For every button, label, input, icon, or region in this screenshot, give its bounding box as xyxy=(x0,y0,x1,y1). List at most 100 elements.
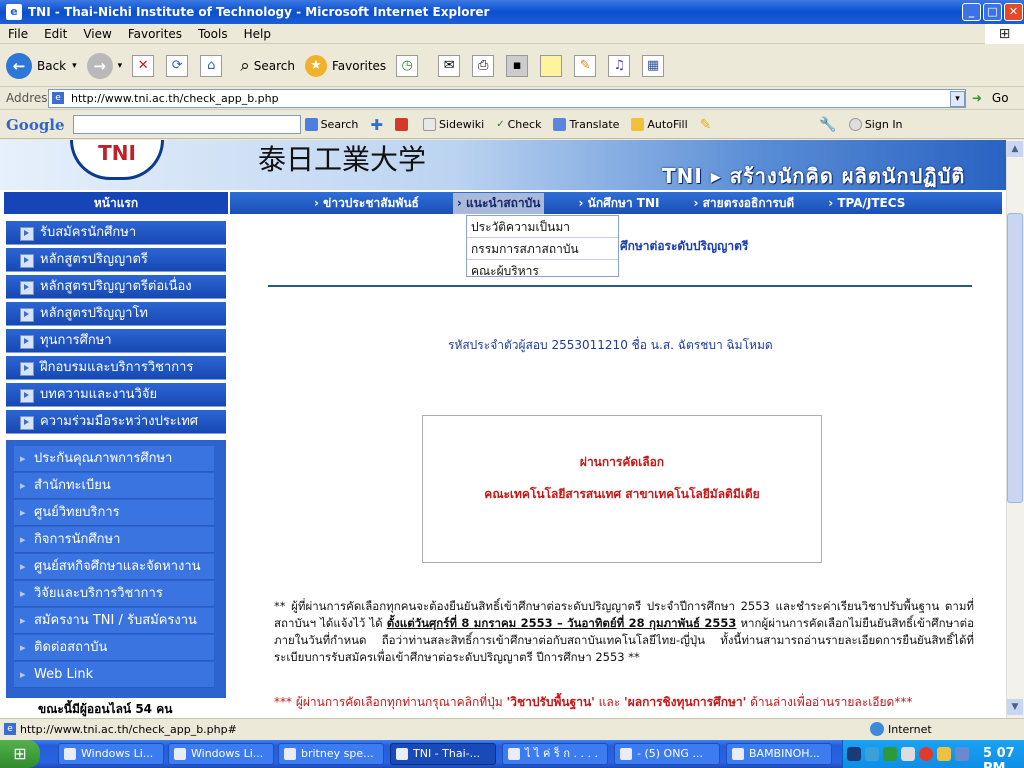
go-button[interactable]: ➜ Go xyxy=(972,91,1009,105)
messenger-icon: ♫ xyxy=(608,54,631,77)
sidebar-item-continuing-bachelor[interactable]: หลักสูตรปริญญาตรีต่อเนื่อง xyxy=(6,275,226,299)
refresh-icon: ⟳ xyxy=(166,54,189,77)
address-dropdown-button[interactable]: ▾ xyxy=(950,91,965,107)
volume-icon[interactable] xyxy=(901,747,915,761)
sidewiki-button[interactable]: Sidewiki xyxy=(422,118,484,131)
task-windows-live-1[interactable]: Windows Li... xyxy=(58,743,164,765)
google-toolbar: Google Search ✚ Sidewiki ✓ Check Translat… xyxy=(0,111,1024,139)
tray-arrow-icon[interactable] xyxy=(847,747,861,761)
menu-tools[interactable]: Tools xyxy=(190,27,236,41)
scroll-up-button[interactable]: ▲ xyxy=(1007,141,1023,157)
scholarship-result-link[interactable]: 'ผลการชิงทุนการศึกษา' xyxy=(624,695,746,709)
start-button[interactable]: ⊞ xyxy=(0,740,40,768)
messenger-tray-icon[interactable] xyxy=(883,747,897,761)
sidebar-item-research-service[interactable]: วิจัยและบริการวิชาการ xyxy=(14,581,214,607)
back-button[interactable]: ← Back ▾ xyxy=(6,52,77,79)
dropdown-item-council[interactable]: กรรมการสภาสถาบัน xyxy=(467,238,618,260)
divider xyxy=(268,285,972,287)
google-settings-button[interactable]: 🔧 xyxy=(819,117,836,133)
forward-button[interactable]: → ▾ xyxy=(86,52,122,79)
clock[interactable]: 5 07 PM xyxy=(983,746,1024,768)
research-button[interactable]: ▦ xyxy=(642,54,666,77)
menu-view[interactable]: View xyxy=(75,27,119,41)
foundation-course-link[interactable]: 'วิชาปรับพื้นฐาน' xyxy=(507,695,595,709)
task-tni[interactable]: TNI - Thai-... xyxy=(390,743,496,765)
nav-about[interactable]: แนะนำสถาบัน xyxy=(452,192,545,214)
menu-edit[interactable]: Edit xyxy=(36,27,75,41)
stop-button[interactable]: ✕ xyxy=(132,54,156,77)
history-button[interactable]: ◷ xyxy=(396,54,420,77)
signin-button[interactable]: Sign In xyxy=(848,118,903,131)
maximize-button[interactable]: □ xyxy=(983,3,1002,21)
tray-app2-icon[interactable] xyxy=(955,747,969,761)
network-icon[interactable] xyxy=(865,747,879,761)
favorites-button[interactable]: ★ Favorites xyxy=(304,54,386,77)
online-users-count: ขณะนี้มีผู้ออนไลน์ 54 คน xyxy=(38,702,173,716)
messenger-button[interactable]: ♫ xyxy=(608,54,632,77)
notes-button[interactable] xyxy=(540,54,564,77)
dropdown-item-executives[interactable]: คณะผู้บริหาร xyxy=(467,260,618,276)
sidebar-item-master[interactable]: หลักสูตรปริญญาโท xyxy=(6,302,226,326)
refresh-button[interactable]: ⟳ xyxy=(166,54,190,77)
autofill-button[interactable]: AutoFill xyxy=(631,118,688,131)
popup-blocker-button[interactable] xyxy=(394,118,411,131)
close-button[interactable]: ✕ xyxy=(1004,3,1023,21)
google-search-button[interactable]: Search xyxy=(304,118,358,131)
highlight-button[interactable]: ✎ xyxy=(700,117,712,133)
sidebar-item-registrar[interactable]: สำนักทะเบียน xyxy=(14,473,214,499)
highlighter-icon: ✎ xyxy=(699,116,712,133)
task-ong[interactable]: - (5) ONG ... xyxy=(614,743,720,765)
sidebar-item-bachelor[interactable]: หลักสูตรปริญญาตรี xyxy=(6,248,226,272)
home-button[interactable]: ⌂ xyxy=(200,54,224,77)
antivirus-icon[interactable] xyxy=(919,747,933,761)
minimize-button[interactable]: _ xyxy=(962,3,981,21)
task-thai-window[interactable]: ไ ไ ค่ ร็ ก . . . . xyxy=(502,743,608,765)
sidebar-item-quality[interactable]: ประกันคุณภาพการศึกษา xyxy=(14,446,214,472)
result-faculty: คณะเทคโนโลยีสารสนเทศ สาขาเทคโนโลยีมัลติม… xyxy=(484,487,760,501)
sidebar-item-contact[interactable]: ติดต่อสถาบัน xyxy=(14,635,214,661)
translate-button[interactable]: Translate xyxy=(553,118,619,131)
sidebar-item-international[interactable]: ความร่วมมือระหว่างประเทศ xyxy=(6,410,226,434)
sidebar-item-coop[interactable]: ศูนย์สหกิจศึกษาและจัดหางาน xyxy=(14,554,214,580)
nav-news[interactable]: ข่าวประชาสัมพันธ์ xyxy=(314,194,419,213)
tray-app-icon[interactable] xyxy=(937,747,951,761)
mail-button[interactable]: ✉ xyxy=(438,54,462,77)
home-nav-button[interactable]: หน้าแรก xyxy=(4,192,228,214)
confirmation-notice: ** ผู้ที่ผ่านการคัดเลือกทุกคนจะต้องยืนยั… xyxy=(274,598,974,666)
pen-button[interactable]: ✎ xyxy=(574,54,598,77)
task-windows-live-2[interactable]: Windows Li... xyxy=(168,743,274,765)
nav-president[interactable]: สายตรงอธิการบดี xyxy=(693,194,795,213)
sidebar-item-student-affairs[interactable]: กิจการนักศึกษา xyxy=(14,527,214,553)
google-plus-button[interactable]: ✚ xyxy=(370,116,383,134)
research-icon: ▦ xyxy=(642,54,665,77)
window-title-bar[interactable]: e TNI - Thai-Nichi Institute of Technolo… xyxy=(0,0,1024,24)
instruction-part-b: ด้านล่างเพื่ออ่านรายละเอียด*** xyxy=(746,695,913,709)
edit-button[interactable]: ▪ xyxy=(506,54,530,77)
page-heading: ศึกษาต่อระดับปริญญาตรี xyxy=(620,239,749,253)
search-icon: ⌕ xyxy=(240,55,250,76)
scroll-down-button[interactable]: ▼ xyxy=(1007,699,1023,715)
menu-file[interactable]: File xyxy=(0,27,36,41)
sidebar-item-scholarship[interactable]: ทุนการศึกษา xyxy=(6,329,226,353)
address-input[interactable]: http://www.tni.ac.th/check_app_b.php xyxy=(48,89,966,108)
sidebar-item-training[interactable]: ฝึกอบรมและบริการวิชาการ xyxy=(6,356,226,380)
scrollbar-thumb[interactable] xyxy=(1007,213,1023,503)
sidebar-item-jobs[interactable]: สมัครงาน TNI / รับสมัครงาน xyxy=(14,608,214,634)
menu-help[interactable]: Help xyxy=(236,27,279,41)
task-britney[interactable]: britney spe... xyxy=(278,743,384,765)
sidewiki-icon xyxy=(422,118,436,131)
google-search-input[interactable] xyxy=(72,115,301,134)
search-button[interactable]: ⌕ Search xyxy=(240,56,295,76)
sidebar-item-articles-research[interactable]: บทความและงานวิจัย xyxy=(6,383,226,407)
sidebar-item-admission[interactable]: รับสมัครนักศึกษา xyxy=(6,221,226,245)
print-button[interactable]: ⎙ xyxy=(472,54,496,77)
sidebar-item-weblink[interactable]: Web Link xyxy=(14,662,214,688)
nav-students[interactable]: นักศึกษา TNI xyxy=(578,194,660,213)
menu-favorites[interactable]: Favorites xyxy=(120,27,190,41)
sidebar-item-library[interactable]: ศูนย์วิทยบริการ xyxy=(14,500,214,526)
dropdown-item-history[interactable]: ประวัติความเป็นมา xyxy=(467,216,618,238)
system-tray: 5 07 PM xyxy=(842,740,1024,768)
task-bambino[interactable]: BAMBINOH... xyxy=(726,743,832,765)
nav-tpa-jtecs[interactable]: TPA/JTECS xyxy=(828,196,905,210)
check-button[interactable]: ✓ Check xyxy=(496,118,541,131)
